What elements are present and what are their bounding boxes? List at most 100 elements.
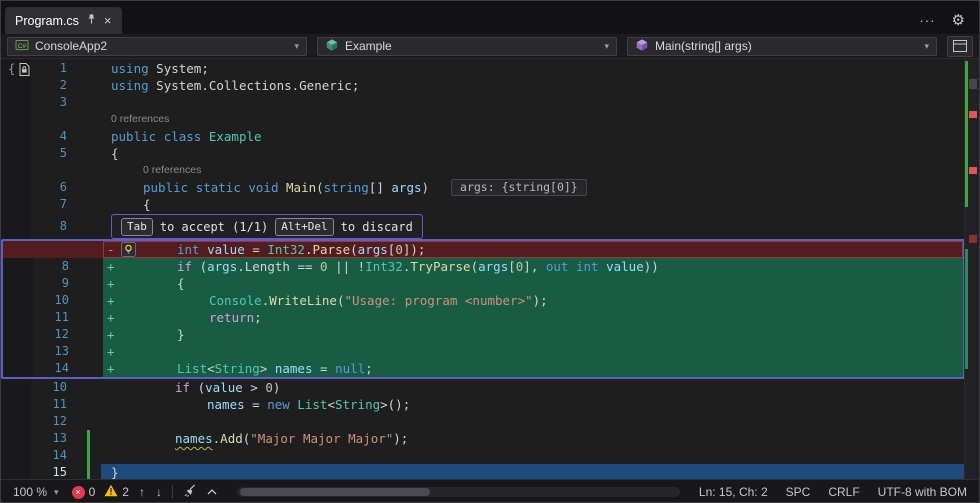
codelens-references-label[interactable]: 0 references [143,164,201,176]
close-icon[interactable]: × [104,14,112,27]
gutter-margin[interactable]: 12 [1,413,101,430]
code-line[interactable]: 10 if (value > 0) [1,379,965,396]
line-content[interactable]: return;+ [103,309,963,326]
line-content[interactable]: Tabto accept (1/1)Alt+Delto discard [101,213,965,239]
expand-chevron-icon[interactable] [206,485,218,499]
gutter-margin[interactable]: 6 [1,179,101,196]
code-line[interactable]: 11names = new List<String>(); [1,396,965,413]
navigate-down-button[interactable]: ↓ [155,485,163,499]
code-line[interactable]: 2using System.Collections.Generic; [1,77,965,94]
gutter-margin[interactable]: 14 [3,360,103,377]
gutter-margin[interactable]: 5 [1,145,101,162]
diff-added-line[interactable]: 9{+ [3,275,963,292]
diff-added-line[interactable]: 14List<String> names = null;+ [3,360,963,377]
code-line[interactable]: 3 [1,94,965,111]
code-cleanup-broom-icon[interactable] [182,483,197,501]
line-content[interactable]: 0 references [101,162,965,179]
type-dropdown[interactable]: Example ▾ [317,37,617,56]
code-line[interactable]: 14 [1,447,965,464]
gutter-margin[interactable]: 7 [1,196,101,213]
added-line-marker: + [107,292,115,309]
zoom-selector[interactable]: 100 % ▾ [9,485,63,499]
code-line[interactable]: 13names.Add("Major Major Major"); [1,430,965,447]
codelens-row[interactable]: 0 references [1,111,965,128]
line-ending[interactable]: CRLF [828,485,859,499]
line-content[interactable]: { [101,196,965,213]
line-content[interactable]: { [101,145,965,162]
gutter-margin[interactable]: 15 [1,464,101,479]
line-content[interactable] [101,94,965,111]
gutter-margin[interactable]: 12 [3,326,103,343]
codelens-row[interactable]: 0 references [1,162,965,179]
line-content[interactable]: public class Example [101,128,965,145]
line-content[interactable]: List<String> names = null;+ [103,360,963,377]
codelens-references-label[interactable]: 0 references [111,113,169,125]
line-content[interactable]: if (args.Length == 0 || !Int32.TryParse(… [103,258,963,275]
code-line[interactable]: 15} [1,464,965,479]
line-content[interactable]: } [101,464,965,479]
gutter-margin[interactable]: 4 [1,128,101,145]
line-content[interactable]: {+ [103,275,963,292]
horizontal-scrollbar[interactable] [237,487,680,497]
line-content[interactable]: int value = Int32.Parse(args[0]);- [103,241,963,258]
line-content[interactable]: 0 references [101,111,965,128]
line-content[interactable]: using System; [101,60,965,77]
encoding[interactable]: UTF-8 with BOM [878,485,967,499]
line-content[interactable]: }+ [103,326,963,343]
gutter-margin[interactable]: 8 [3,258,103,275]
line-content[interactable]: public static void Main(string[] args)ar… [101,179,965,196]
split-editor-button[interactable] [947,36,973,57]
gutter-margin[interactable]: 8 [1,213,101,239]
gutter-margin[interactable]: 14 [1,447,101,464]
code-line[interactable]: 7{ [1,196,965,213]
line-content[interactable]: names = new List<String>(); [101,396,965,413]
gutter-margin[interactable]: 3 [1,94,101,111]
pin-icon[interactable] [86,13,97,28]
tab-program-cs[interactable]: Program.cs × [5,7,122,34]
accept-hint-text: to accept (1/1) [160,214,268,240]
gutter-margin[interactable]: 10 [3,292,103,309]
indent-mode[interactable]: SPC [786,485,811,499]
gutter-margin[interactable] [1,162,101,179]
project-dropdown[interactable]: C# ConsoleApp2 ▾ [7,37,307,56]
gutter-margin[interactable]: 9 [3,275,103,292]
suggestion-row[interactable]: 8Tabto accept (1/1)Alt+Delto discard [1,213,965,239]
navigate-up-button[interactable]: ↑ [138,485,146,499]
line-content[interactable]: Console.WriteLine("Usage: program <numbe… [103,292,963,309]
code-line[interactable]: 1using System; [1,60,965,77]
line-number: 11 [3,309,69,326]
code-editor[interactable]: { 1using System;2using System.Collection… [1,59,979,479]
diff-added-line[interactable]: 11 return;+ [3,309,963,326]
line-content[interactable]: names.Add("Major Major Major"); [101,430,965,447]
member-dropdown[interactable]: Main(string[] args) ▾ [627,37,937,56]
vertical-scrollbar[interactable] [964,59,979,479]
code-line[interactable]: 12 [1,413,965,430]
gutter-margin[interactable] [3,241,103,258]
error-indicator[interactable]: × 0 [72,485,96,499]
gutter-margin[interactable]: 10 [1,379,101,396]
diff-added-line[interactable]: 13+ [3,343,963,360]
horizontal-scrollbar-thumb[interactable] [240,488,430,496]
diff-added-line[interactable]: 10Console.WriteLine("Usage: program <num… [3,292,963,309]
warning-indicator[interactable]: 2 [104,484,129,500]
line-content[interactable]: using System.Collections.Generic; [101,77,965,94]
gutter-margin[interactable]: 13 [1,430,101,447]
code-line[interactable]: 6public static void Main(string[] args)a… [1,179,965,196]
line-content[interactable] [101,413,965,430]
gutter-margin[interactable] [1,111,101,128]
settings-gear-icon[interactable]: ⚙ [952,13,965,28]
diff-added-line[interactable]: 12}+ [3,326,963,343]
tab-overflow-icon[interactable]: ··· [920,13,936,28]
code-line[interactable]: 5{ [1,145,965,162]
line-content[interactable] [101,447,965,464]
line-content[interactable]: + [103,343,963,360]
line-number: 10 [1,379,67,396]
diff-removed-line[interactable]: int value = Int32.Parse(args[0]);- [3,241,963,258]
gutter-margin[interactable]: 11 [3,309,103,326]
gutter-margin[interactable]: 11 [1,396,101,413]
gutter-margin[interactable]: 2 [1,77,101,94]
diff-added-line[interactable]: 8if (args.Length == 0 || !Int32.TryParse… [3,258,963,275]
line-content[interactable]: if (value > 0) [101,379,965,396]
code-line[interactable]: 4public class Example [1,128,965,145]
gutter-margin[interactable]: 13 [3,343,103,360]
